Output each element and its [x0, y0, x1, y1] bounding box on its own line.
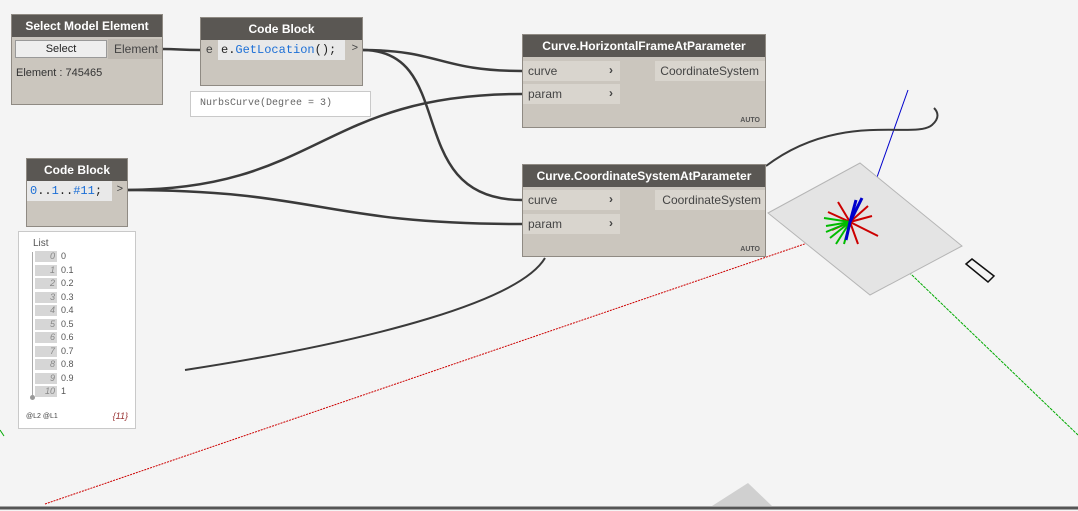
input-port-e[interactable]: e	[206, 42, 213, 56]
list-item-value: 0.7	[61, 345, 74, 356]
x-axis-line	[44, 224, 861, 505]
chevron-right-icon: ›	[609, 216, 613, 230]
list-item: 4 0.4	[35, 305, 74, 316]
input-port-param[interactable]: param	[528, 217, 562, 231]
code-editor[interactable]: e.GetLocation();	[218, 40, 345, 60]
list-item-index: 4	[35, 305, 57, 316]
list-item-value: 0.3	[61, 291, 74, 302]
list-item-index: 6	[35, 332, 57, 343]
chevron-right-icon: ›	[609, 86, 613, 100]
wire-code-to-coordsys-curve	[361, 48, 523, 202]
list-item: 10 1	[35, 386, 66, 397]
list-item-index: 1	[35, 264, 57, 276]
list-item: 5 0.5	[35, 318, 74, 330]
list-item-value: 0.9	[61, 372, 74, 383]
chevron-right-icon: ›	[609, 192, 613, 206]
list-item-index: 9	[35, 372, 57, 384]
dynamo-canvas[interactable]: Select Model Element Select Element Elem…	[0, 0, 1078, 511]
output-port-coordinatesystem[interactable]: CoordinateSystem	[660, 64, 759, 78]
node-title: Select Model Element	[12, 15, 162, 37]
lacing-indicator: AUTO	[740, 117, 760, 124]
lacing-indicator: AUTO	[740, 246, 760, 253]
list-item-index: 5	[35, 318, 57, 330]
node-title: Code Block	[27, 159, 127, 181]
list-item-value: 0.8	[61, 359, 74, 369]
list-item-value: 0.1	[61, 264, 74, 275]
list-header: List	[33, 238, 49, 249]
list-item-index: 10	[35, 386, 57, 397]
list-item: 00	[35, 251, 66, 262]
select-model-element-node[interactable]: Select Model Element Select Element Elem…	[11, 14, 163, 105]
code-editor[interactable]: 0..1..#11;	[27, 181, 112, 201]
list-item-index: 0	[35, 251, 57, 262]
list-item: 7 0.7	[35, 345, 74, 357]
preview-rectangle	[964, 258, 996, 284]
select-button[interactable]: Select	[15, 40, 107, 58]
node-title: Curve.HorizontalFrameAtParameter	[523, 35, 765, 57]
list-item-index: 7	[35, 345, 57, 357]
node-title: Curve.CoordinateSystemAtParameter	[523, 165, 765, 187]
list-item-value: 1	[61, 386, 67, 396]
output-port-coordinatesystem[interactable]: CoordinateSystem	[662, 193, 761, 207]
code-block-node-2[interactable]: Code Block 0..1..#11; >	[26, 158, 128, 227]
list-item-value: 0.6	[61, 332, 74, 342]
wire-dangling-2	[765, 107, 939, 167]
list-item: 9 0.9	[35, 372, 74, 384]
list-item: 1 0.1	[35, 264, 74, 276]
wire-dangling	[184, 257, 546, 371]
input-port-param[interactable]: param	[528, 87, 562, 101]
input-port-curve[interactable]: curve	[528, 193, 557, 207]
list-levels: @L2 @L1	[26, 413, 58, 420]
preview-surface	[712, 483, 772, 506]
output-port[interactable]: >	[352, 42, 358, 54]
list-item: 2 0.2	[35, 278, 74, 289]
list-item-value: 0.4	[61, 305, 74, 315]
list-item: 6 0.6	[35, 332, 74, 343]
list-item-value: 0.2	[61, 278, 74, 288]
chevron-right-icon: ›	[609, 63, 613, 77]
horizontal-frame-node[interactable]: Curve.HorizontalFrameAtParameter curve ›…	[522, 34, 766, 128]
list-item-value: 0.5	[61, 318, 74, 329]
input-port-curve[interactable]: curve	[528, 64, 557, 78]
selection-status: Element : 745465	[16, 67, 103, 79]
list-preview: List 0 0 1 0.1 2 0.2 3 0.3 4 0.4 5 0.5 6 0.6 7 0.7 8 0.8 9…	[18, 231, 136, 429]
output-port[interactable]: >	[117, 183, 123, 195]
output-port-element[interactable]: Element	[114, 42, 158, 56]
list-item-index: 8	[35, 359, 57, 370]
preview-bubble: NurbsCurve(Degree = 3)	[190, 91, 371, 117]
coordinate-system-node[interactable]: Curve.CoordinateSystemAtParameter curve …	[522, 164, 766, 257]
list-count: {11}	[112, 411, 128, 421]
list-item: 3 0.3	[35, 291, 74, 303]
code-block-node-1[interactable]: Code Block e e.GetLocation(); >	[200, 17, 363, 86]
node-title: Code Block	[201, 18, 362, 40]
list-item-index: 2	[35, 278, 57, 289]
list-item-index: 3	[35, 291, 57, 303]
wire-list-to-coordsys-param	[124, 188, 523, 226]
list-item: 8 0.8	[35, 359, 74, 370]
wire-element-to-code	[161, 47, 201, 52]
list-item-value: 0	[61, 251, 67, 261]
